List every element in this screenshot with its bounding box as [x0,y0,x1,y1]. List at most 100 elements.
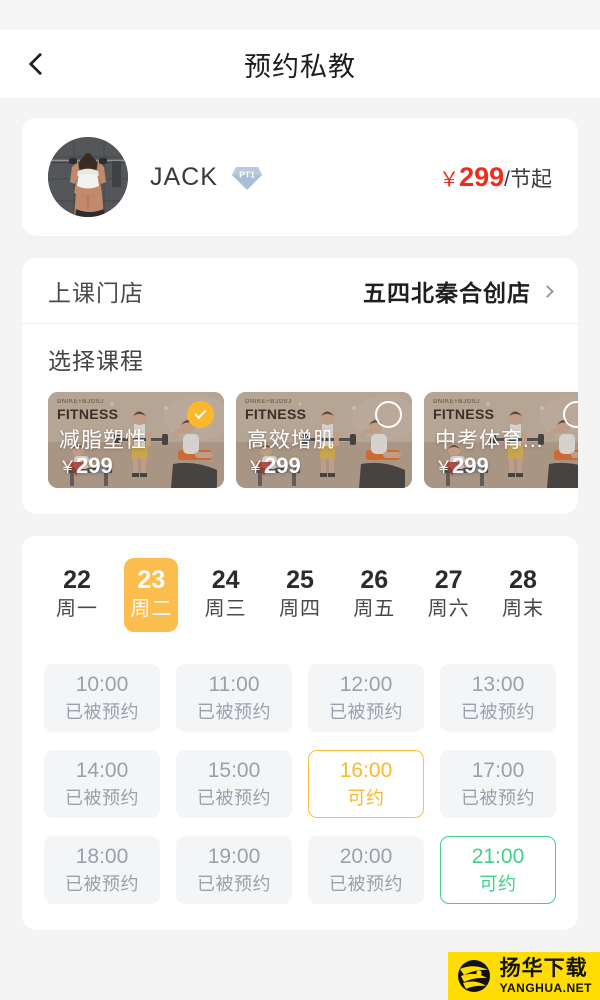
slot-status: 已被预约 [65,702,139,723]
course-price: ￥299 [59,453,113,479]
date-day: 22 [63,566,91,594]
watermark-cn: 扬华下载 [499,957,588,980]
time-slot[interactable]: 11:00 已被预约 [176,664,292,733]
date-day: 25 [286,566,314,594]
price-currency: ￥ [439,168,460,191]
time-slot[interactable]: 19:00 已被预约 [176,836,292,905]
slot-time: 16:00 [339,759,393,783]
slot-status: 已被预约 [197,874,271,895]
date-weekday: 周三 [204,598,247,621]
store-and-courses-card: 上课门店 五四北秦合创店 选择课程 DNIKE+BJDSJ FITNESS 减脂… [22,258,578,514]
slot-status: 已被预约 [197,788,271,809]
course-card[interactable]: DNIKE+BJDSJ FITNESS 减脂塑性 ￥299 [48,392,224,488]
slot-time: 18:00 [75,845,129,869]
date-selector: 22 周一 23 周二 24 周三 25 周四 26 周五 27 周六 28 周… [44,558,556,633]
date-day: 23 [137,566,166,594]
slot-time: 12:00 [339,673,393,697]
date-day: 27 [434,566,463,594]
date-cell[interactable]: 27 周六 [422,558,476,632]
date-cell[interactable]: 22 周一 [50,558,104,632]
course-brand: DNIKE+BJDSJ FITNESS [57,399,118,421]
coach-card[interactable]: JACK PT1 ￥299/节起 [22,118,578,236]
price-unit: /节起 [504,167,552,191]
course-price-amount: 299 [452,453,489,478]
date-cell-selected[interactable]: 23 周二 [124,558,179,633]
course-brand: DNIKE+BJDSJ FITNESS [433,399,494,421]
time-slot-available[interactable]: 16:00 可约 [308,750,424,819]
time-slot-available[interactable]: 21:00 可约 [440,836,556,905]
course-list: DNIKE+BJDSJ FITNESS 减脂塑性 ￥299 DNIKE+BJDS… [48,392,578,488]
course-name: 中考体育... [435,429,544,452]
price-amount: 299 [459,161,505,192]
date-day: 24 [211,566,240,594]
page-title: 预约私教 [244,51,356,82]
course-brand-big: FITNESS [57,406,119,422]
pt1-badge: PT1 [230,160,264,194]
slot-status: 已被预约 [329,702,403,723]
course-select-indicator[interactable] [375,401,402,428]
course-brand-small: DNIKE+BJDSJ [433,399,481,405]
pt1-badge-label: PT1 [239,170,255,180]
store-label: 上课门店 [48,279,144,306]
time-slot[interactable]: 18:00 已被预约 [44,836,160,905]
slot-time: 21:00 [471,845,525,869]
time-slot[interactable]: 13:00 已被预约 [440,664,556,733]
watermark: 扬华下载 YANGHUA.NET [447,952,600,1000]
slot-status: 已被预约 [329,874,403,895]
slot-status: 已被预约 [461,702,535,723]
status-bar [0,0,600,30]
back-button[interactable] [20,44,60,84]
course-section: 选择课程 DNIKE+BJDSJ FITNESS 减脂塑性 ￥299 DNIKE… [22,324,578,514]
slot-status: 已被预约 [197,702,271,723]
nav-bar: 预约私教 [0,30,600,98]
time-slot[interactable]: 14:00 已被预约 [44,750,160,819]
date-weekday: 周五 [353,598,396,621]
course-select-indicator[interactable] [187,401,214,428]
slot-time: 17:00 [471,759,525,783]
slot-time: 13:00 [471,673,525,697]
schedule-card: 22 周一 23 周二 24 周三 25 周四 26 周五 27 周六 28 周… [22,536,578,931]
time-slot[interactable]: 17:00 已被预约 [440,750,556,819]
slot-time: 10:00 [75,673,129,697]
course-brand-small: DNIKE+BJDSJ [57,399,105,405]
check-icon [194,406,207,420]
date-weekday: 周二 [130,598,173,621]
coach-price: ￥299/节起 [439,162,552,193]
date-cell[interactable]: 25 周四 [273,558,327,632]
time-slot[interactable]: 15:00 已被预约 [176,750,292,819]
course-price-currency: ￥ [435,458,452,477]
store-value[interactable]: 五四北秦合创店 [363,274,554,308]
time-slot[interactable]: 10:00 已被预约 [44,664,160,733]
date-cell[interactable]: 24 周三 [199,558,253,632]
course-brand: DNIKE+BJDSJ FITNESS [245,399,306,421]
course-section-title: 选择课程 [48,348,144,374]
slot-status: 可约 [479,874,517,895]
course-price-amount: 299 [264,453,301,478]
slot-status: 已被预约 [65,874,139,895]
course-card[interactable]: DNIKE+BJDSJ FITNESS 高效增肌 ￥299 [236,392,412,488]
course-price-currency: ￥ [247,458,264,477]
slot-time: 14:00 [75,759,129,783]
date-weekday: 周末 [501,598,544,621]
watermark-text: 扬华下载 YANGHUA.NET [500,958,592,994]
course-card[interactable]: DNIKE+BJDSJ FITNESS 中考体育... ￥299 [424,392,578,488]
date-cell[interactable]: 28 周末 [496,558,550,632]
date-cell[interactable]: 26 周五 [347,558,401,632]
course-brand-big: FITNESS [433,406,495,422]
date-weekday: 周四 [278,598,321,621]
date-weekday: 周六 [427,598,470,621]
coach-photo [48,137,128,217]
time-slot[interactable]: 12:00 已被预约 [308,664,424,733]
course-brand-small: DNIKE+BJDSJ [245,399,293,405]
store-row[interactable]: 上课门店 五四北秦合创店 [22,258,578,324]
slot-time: 19:00 [207,845,261,869]
slot-status: 已被预约 [65,788,139,809]
course-name: 减脂塑性 [59,429,147,452]
course-price-currency: ￥ [59,458,76,477]
slot-time: 20:00 [339,845,393,869]
course-price: ￥299 [247,453,301,479]
watermark-logo-icon [457,960,490,992]
course-price: ￥299 [435,453,489,479]
time-slot[interactable]: 20:00 已被预约 [308,836,424,905]
course-name: 高效增肌 [247,429,335,452]
